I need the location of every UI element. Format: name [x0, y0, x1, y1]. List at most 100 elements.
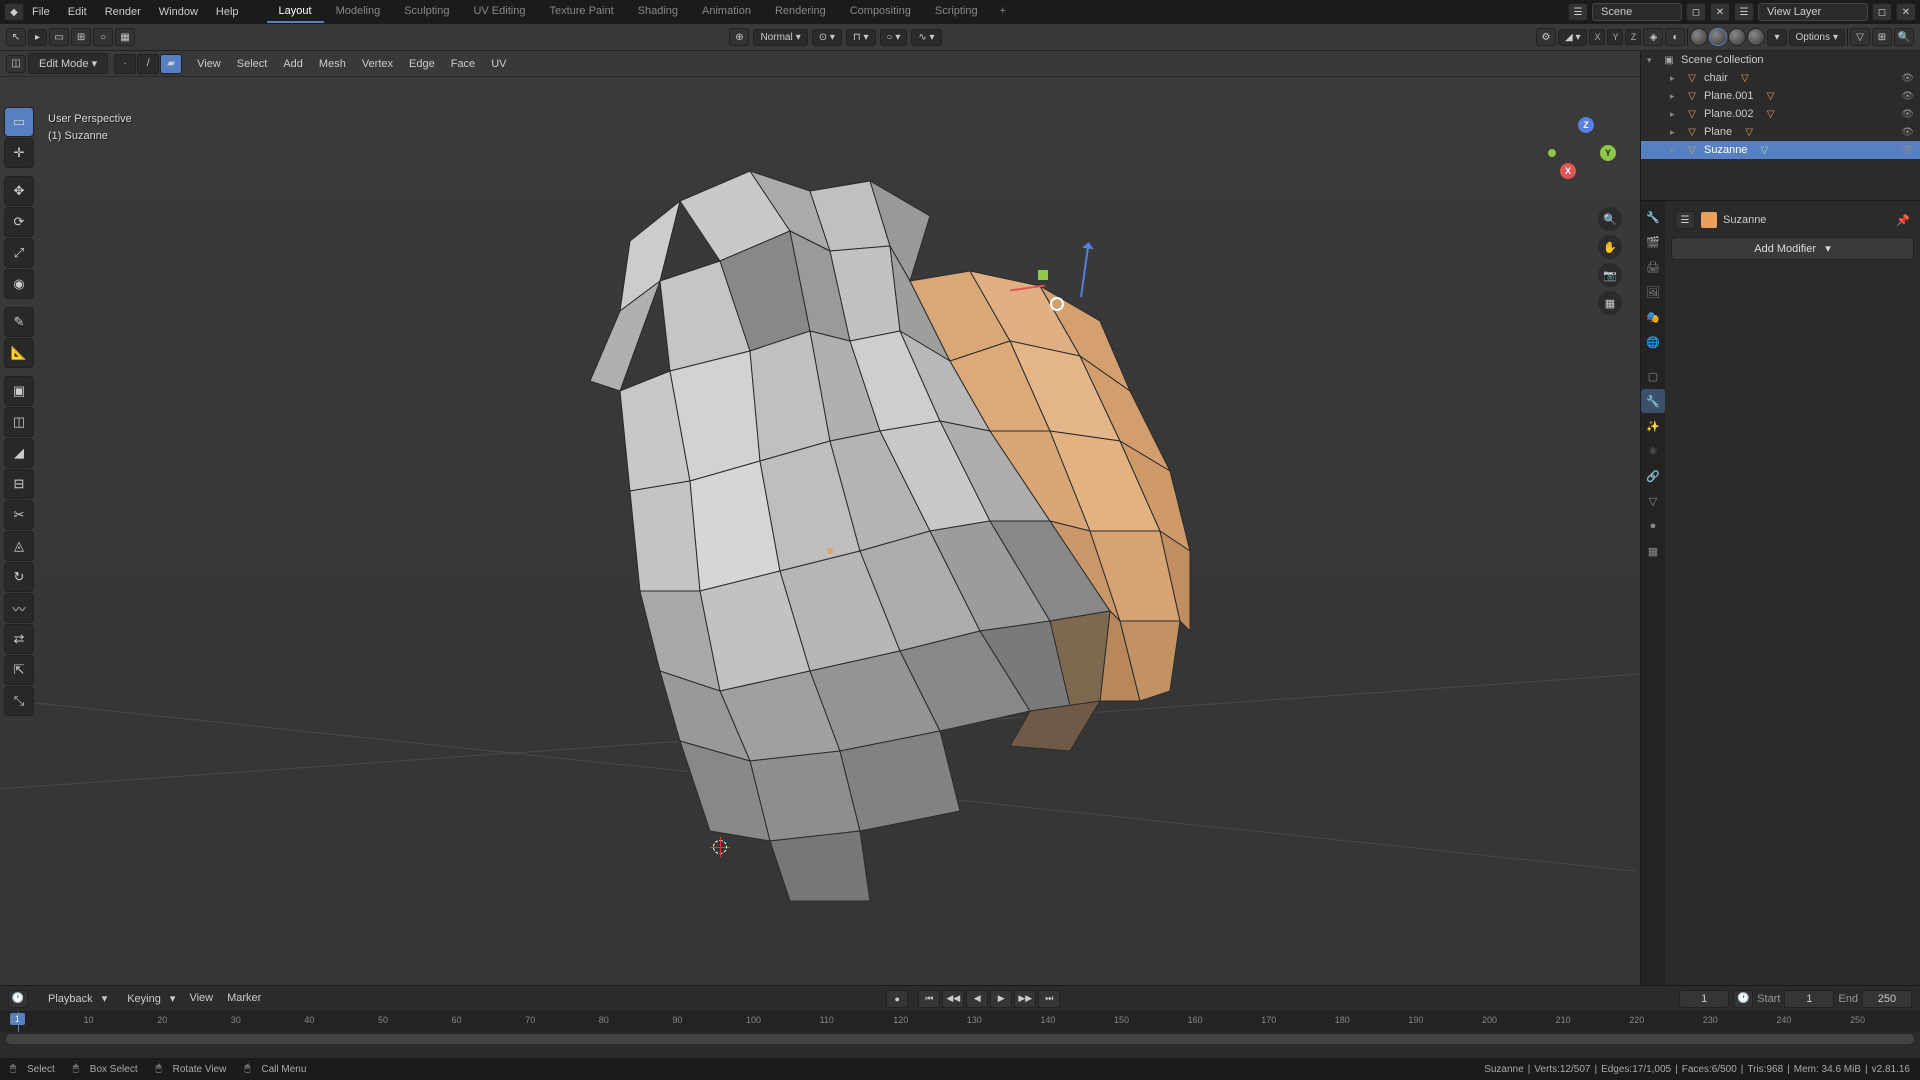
scrollbar-thumb[interactable] [6, 1034, 1914, 1044]
jump-start-icon[interactable]: ⏮ [918, 990, 940, 1008]
workspace-tab-animation[interactable]: Animation [690, 1, 763, 23]
prev-key-icon[interactable]: ◀◀ [942, 990, 964, 1008]
nav-gizmo[interactable]: Z Y X [1540, 117, 1620, 197]
menu-edit[interactable]: Edit [60, 2, 95, 22]
tl-menu-view[interactable]: View [183, 989, 219, 1008]
vp-menu-uv[interactable]: UV [484, 55, 513, 73]
prop-tab-world[interactable]: 🌐 [1641, 330, 1665, 354]
current-frame-input[interactable] [1679, 990, 1729, 1008]
select-mode-face[interactable]: ▰ [160, 54, 182, 74]
visibility-icon[interactable]: 👁 [1901, 73, 1914, 84]
timeline-editor-icon[interactable]: 🕐 [8, 990, 28, 1008]
outliner-item-suzanne[interactable]: ▸ ▽ Suzanne ▽ 👁 [1641, 141, 1920, 159]
shading-dropdown[interactable]: ▾ [1767, 29, 1786, 46]
prop-browse-icon[interactable]: ☰ [1675, 211, 1695, 229]
playhead[interactable] [18, 1012, 19, 1032]
outliner[interactable]: ▾ ▣ Scene Collection ▸ ▽ chair ▽ 👁 ▸ ▽ P… [1641, 51, 1920, 201]
misc-toggle-icon[interactable]: ▦ [115, 28, 135, 46]
scene-new-icon[interactable]: ◻ [1686, 3, 1706, 21]
workspace-add-button[interactable]: + [990, 1, 1016, 23]
blender-logo-icon[interactable]: ◆ [4, 3, 24, 21]
overlay-toggle-icon[interactable]: ◐ [1665, 28, 1685, 46]
tool-polybuild[interactable]: ◬ [4, 531, 34, 561]
mode-dropdown[interactable]: Edit Mode ▾ [28, 53, 108, 74]
workspace-tab-modeling[interactable]: Modeling [324, 1, 393, 23]
tool-scale[interactable]: ⤢ [4, 238, 34, 268]
clock-icon[interactable]: 🕐 [1733, 990, 1753, 1008]
vp-menu-face[interactable]: Face [444, 55, 482, 73]
prop-tab-physics[interactable]: ⚛ [1641, 439, 1665, 463]
nav-axis-y[interactable]: Y [1600, 145, 1616, 161]
nav-axis-neg[interactable] [1548, 149, 1556, 157]
outliner-item-plane001[interactable]: ▸ ▽ Plane.001 ▽ 👁 [1641, 87, 1920, 105]
select-mode-edge[interactable]: / [137, 54, 159, 74]
pin-icon[interactable]: 📌 [1896, 214, 1910, 227]
end-frame-input[interactable] [1862, 990, 1912, 1008]
nav-axis-z[interactable]: Z [1578, 117, 1594, 133]
workspace-tab-layout[interactable]: Layout [267, 1, 324, 23]
overlay-z-axis[interactable]: Z [1625, 29, 1641, 45]
tool-knife[interactable]: ✂ [4, 500, 34, 530]
shading-lookdev-icon[interactable] [1728, 28, 1746, 46]
nav-perspective-icon[interactable]: ▦ [1598, 291, 1622, 315]
menu-help[interactable]: Help [208, 2, 247, 22]
tool-cursor[interactable]: ✛ [4, 138, 34, 168]
options-dropdown[interactable]: Options ▾ [1789, 29, 1846, 46]
outliner-item-chair[interactable]: ▸ ▽ chair ▽ 👁 [1641, 69, 1920, 87]
normals-dropdown[interactable]: ◢ ▾ [1558, 29, 1588, 46]
workspace-tab-uvediting[interactable]: UV Editing [461, 1, 537, 23]
newcollection-icon[interactable]: ⊞ [1872, 28, 1892, 46]
prop-tab-output[interactable]: 🖨 [1641, 255, 1665, 279]
shading-wireframe-icon[interactable] [1690, 28, 1708, 46]
workspace-tab-compositing[interactable]: Compositing [838, 1, 923, 23]
proportional-toggle-icon[interactable]: ○ [93, 28, 113, 46]
vp-menu-view[interactable]: View [190, 55, 228, 73]
scene-name-input[interactable] [1592, 3, 1682, 21]
tool-transform[interactable]: ◉ [4, 269, 34, 299]
outliner-item-plane002[interactable]: ▸ ▽ Plane.002 ▽ 👁 [1641, 105, 1920, 123]
nav-axis-x[interactable]: X [1560, 163, 1576, 179]
search-icon[interactable]: 🔍 [1894, 28, 1914, 46]
orientation-icon[interactable]: ⊕ [729, 28, 749, 46]
snap-toggle-icon[interactable]: ⊞ [71, 28, 91, 46]
editor-type-icon[interactable]: ◫ [6, 55, 26, 73]
prop-tab-texture[interactable]: ▦ [1641, 539, 1665, 563]
pivot-dropdown[interactable]: ⊙ ▾ [812, 29, 842, 46]
prop-tab-constraint[interactable]: 🔗 [1641, 464, 1665, 488]
prop-tab-material[interactable]: ● [1641, 514, 1665, 538]
filter-icon[interactable]: ▽ [1850, 28, 1870, 46]
vp-menu-select[interactable]: Select [230, 55, 275, 73]
visibility-icon[interactable]: 👁 [1901, 127, 1914, 138]
select-mode-vertex[interactable]: · [114, 54, 136, 74]
vp-menu-mesh[interactable]: Mesh [312, 55, 353, 73]
viewlayer-name-input[interactable] [1758, 3, 1868, 21]
overlay-x-axis[interactable]: X [1589, 29, 1605, 45]
tool-select-box[interactable]: ▭ [4, 107, 34, 137]
vp-menu-add[interactable]: Add [276, 55, 310, 73]
falloff-dropdown[interactable]: ∿ ▾ [911, 29, 941, 46]
prop-tab-scene[interactable]: 🎭 [1641, 305, 1665, 329]
prop-tab-particle[interactable]: ✨ [1641, 414, 1665, 438]
mesh-options-icon[interactable]: ⚙ [1536, 28, 1556, 46]
tool-annotate[interactable]: ✎ [4, 307, 34, 337]
viewport-3d[interactable]: ▭ ✛ ✥ ⟳ ⤢ ◉ ✎ 📐 ▣ ◫ ◢ ⊟ ✂ ◬ ↻ 〰 ⇄ ⇱ [0, 77, 1640, 985]
tl-menu-keying[interactable]: Keying ▾ [115, 989, 181, 1008]
prop-tab-object[interactable]: ▢ [1641, 364, 1665, 388]
select-tool-dropdown[interactable]: ▸ [28, 29, 47, 46]
transform-orientation-dropdown[interactable]: Normal ▾ [753, 29, 807, 46]
shading-solid-icon[interactable] [1709, 28, 1727, 46]
tool-rotate[interactable]: ⟳ [4, 207, 34, 237]
autokey-toggle-icon[interactable]: ● [886, 990, 908, 1008]
tool-measure[interactable]: 📐 [4, 338, 34, 368]
tool-rip[interactable]: ⤡ [4, 686, 34, 716]
gizmo-toggle-icon[interactable]: ◈ [1643, 28, 1663, 46]
workspace-tab-scripting[interactable]: Scripting [923, 1, 990, 23]
tl-menu-marker[interactable]: Marker [221, 989, 267, 1008]
tool-shrink[interactable]: ⇱ [4, 655, 34, 685]
tool-extrude[interactable]: ▣ [4, 376, 34, 406]
scene-browse-icon[interactable]: ☰ [1568, 3, 1588, 21]
visibility-icon[interactable]: 👁 [1901, 145, 1914, 156]
play-reverse-icon[interactable]: ◀ [966, 990, 988, 1008]
overlay-y-axis[interactable]: Y [1607, 29, 1623, 45]
prop-tab-viewlayer[interactable]: 🖼 [1641, 280, 1665, 304]
